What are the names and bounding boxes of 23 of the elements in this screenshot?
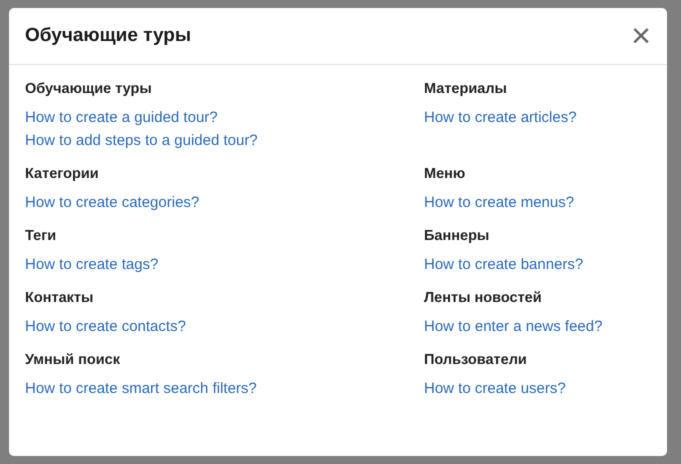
help-link[interactable]: How to create categories? [25,191,200,214]
section-heading: Умный поиск [25,352,120,368]
help-link[interactable]: How to create articles? [424,106,577,129]
close-button[interactable]: × [627,19,655,53]
help-link[interactable]: How to enter a news feed? [424,315,602,338]
section-heading: Категории [25,166,99,182]
help-link[interactable]: How to create menus? [424,191,574,214]
section-heading: Теги [25,228,56,244]
help-link[interactable]: How to add steps to a guided tour? [25,129,258,152]
help-link[interactable]: How to create tags? [25,253,158,276]
section-heading: Баннеры [424,228,490,244]
help-link[interactable]: How to create contacts? [25,315,186,338]
section-heading: Ленты новостей [424,290,542,306]
dialog-title: Обучающие туры [25,25,192,47]
help-link[interactable]: How to create smart search filters? [25,377,257,400]
section-heading: Обучающие туры [25,81,152,97]
help-link[interactable]: How to create users? [424,377,566,400]
help-link[interactable]: How to create banners? [424,253,584,276]
section-heading: Контакты [25,290,94,306]
section-heading: Пользователи [424,352,527,368]
section-heading: Материалы [424,81,507,97]
help-link[interactable]: How to create a guided tour? [25,106,218,129]
section-heading: Меню [424,166,466,182]
